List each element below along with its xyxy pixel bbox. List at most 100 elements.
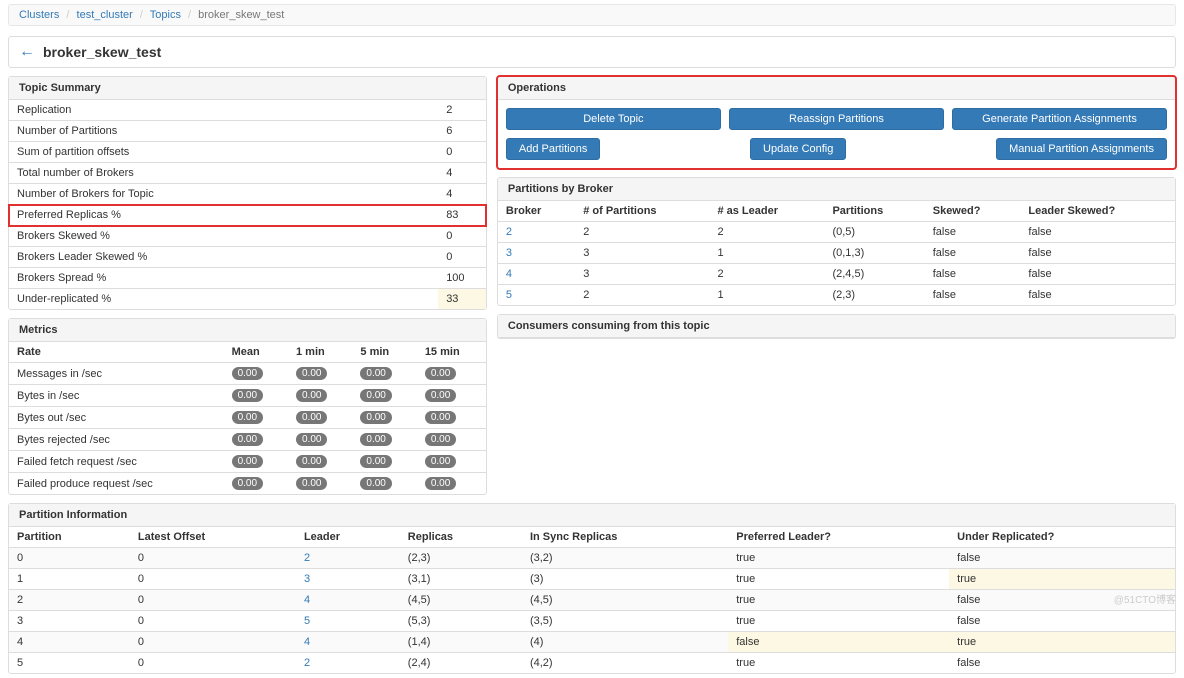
metrics-value-badge: 0.00 — [425, 433, 456, 446]
partinfo-partition: 0 — [9, 548, 130, 569]
breadcrumb-clusters[interactable]: Clusters — [19, 9, 59, 21]
summary-label: Under-replicated % — [9, 289, 438, 310]
pbb-cell-parts: (0,1,3) — [824, 243, 924, 264]
metrics-rate-label: Bytes rejected /sec — [9, 429, 224, 451]
metrics-value-badge: 0.00 — [425, 455, 456, 468]
partinfo-isr: (3,2) — [522, 548, 728, 569]
pbb-col-broker: Broker — [498, 201, 575, 222]
summary-row: Preferred Replicas %83 — [9, 205, 486, 226]
summary-row: Brokers Skewed %0 — [9, 226, 486, 247]
partinfo-replicas: (5,3) — [400, 611, 522, 632]
metrics-rate-label: Messages in /sec — [9, 363, 224, 385]
partinfo-isr: (4) — [522, 632, 728, 653]
partinfo-offset: 0 — [130, 632, 296, 653]
partinfo-replicas: (4,5) — [400, 590, 522, 611]
pbb-cell-np: 3 — [575, 264, 709, 285]
summary-label: Brokers Spread % — [9, 268, 438, 289]
partinfo-row: 404(1,4)(4)falsetrue — [9, 632, 1175, 653]
metrics-rate-label: Failed fetch request /sec — [9, 451, 224, 473]
pbb-cell-np: 2 — [575, 222, 709, 243]
generate-assignments-button[interactable]: Generate Partition Assignments — [952, 108, 1167, 130]
partinfo-replicas: (2,4) — [400, 653, 522, 674]
metrics-panel: Metrics RateMean1 min5 min15 minMessages… — [8, 318, 487, 495]
partitions-by-broker-table: Broker# of Partitions# as LeaderPartitio… — [498, 201, 1175, 305]
summary-row: Brokers Spread %100 — [9, 268, 486, 289]
partinfo-preferred: true — [728, 569, 949, 590]
metrics-value-badge: 0.00 — [232, 455, 263, 468]
summary-value: 0 — [438, 247, 486, 268]
back-arrow-icon[interactable]: ← — [19, 43, 35, 61]
pbb-col-lsk: Leader Skewed? — [1020, 201, 1175, 222]
pbb-cell-sk: false — [925, 222, 1021, 243]
metrics-table: RateMean1 min5 min15 minMessages in /sec… — [9, 342, 486, 494]
pbb-cell-parts: (2,3) — [824, 285, 924, 306]
partinfo-partition: 4 — [9, 632, 130, 653]
partinfo-isr: (4,2) — [522, 653, 728, 674]
leader-link[interactable]: 3 — [304, 573, 310, 585]
partinfo-row: 305(5,3)(3,5)truefalse — [9, 611, 1175, 632]
pbb-col-parts: Partitions — [824, 201, 924, 222]
partinfo-offset: 0 — [130, 569, 296, 590]
partinfo-partition: 1 — [9, 569, 130, 590]
pbb-cell-parts: (2,4,5) — [824, 264, 924, 285]
leader-link[interactable]: 4 — [304, 594, 310, 606]
pbb-col-sk: Skewed? — [925, 201, 1021, 222]
pbb-cell-nl: 2 — [709, 222, 824, 243]
summary-row: Brokers Leader Skewed %0 — [9, 247, 486, 268]
pbb-row: 432(2,4,5)falsefalse — [498, 264, 1175, 285]
metrics-value-badge: 0.00 — [296, 411, 327, 424]
summary-label: Replication — [9, 100, 438, 121]
summary-label: Preferred Replicas % — [9, 205, 438, 226]
summary-value: 100 — [438, 268, 486, 289]
delete-topic-button[interactable]: Delete Topic — [506, 108, 721, 130]
partinfo-row: 103(3,1)(3)truetrue — [9, 569, 1175, 590]
pbb-row: 521(2,3)falsefalse — [498, 285, 1175, 306]
metrics-value-badge: 0.00 — [360, 455, 391, 468]
summary-value: 0 — [438, 226, 486, 247]
summary-row: Number of Brokers for Topic4 — [9, 184, 486, 205]
pbb-row: 331(0,1,3)falsefalse — [498, 243, 1175, 264]
pbb-cell-lsk: false — [1020, 243, 1175, 264]
leader-link[interactable]: 4 — [304, 636, 310, 648]
broker-link[interactable]: 5 — [506, 289, 512, 301]
broker-link[interactable]: 3 — [506, 247, 512, 259]
update-config-button[interactable]: Update Config — [750, 138, 846, 160]
topic-summary-panel: Topic Summary Replication2Number of Part… — [8, 76, 487, 310]
metrics-row: Bytes in /sec0.000.000.000.00 — [9, 385, 486, 407]
partinfo-under-replicated: true — [949, 632, 1175, 653]
partinfo-isr: (3) — [522, 569, 728, 590]
partinfo-col-l: Leader — [296, 527, 400, 548]
summary-row: Total number of Brokers4 — [9, 163, 486, 184]
pbb-col-np: # of Partitions — [575, 201, 709, 222]
partinfo-preferred: true — [728, 653, 949, 674]
metrics-value-badge: 0.00 — [360, 367, 391, 380]
breadcrumb: Clusters / test_cluster / Topics / broke… — [8, 4, 1176, 26]
metrics-value-badge: 0.00 — [360, 411, 391, 424]
partinfo-under-replicated: true — [949, 569, 1175, 590]
breadcrumb-cluster[interactable]: test_cluster — [77, 9, 133, 21]
broker-link[interactable]: 4 — [506, 268, 512, 280]
breadcrumb-topics[interactable]: Topics — [150, 9, 181, 21]
reassign-partitions-button[interactable]: Reassign Partitions — [729, 108, 944, 130]
leader-link[interactable]: 5 — [304, 615, 310, 627]
manual-assignments-button[interactable]: Manual Partition Assignments — [996, 138, 1167, 160]
partinfo-offset: 0 — [130, 611, 296, 632]
add-partitions-button[interactable]: Add Partitions — [506, 138, 600, 160]
metrics-row: Failed fetch request /sec0.000.000.000.0… — [9, 451, 486, 473]
partinfo-replicas: (3,1) — [400, 569, 522, 590]
summary-label: Brokers Skewed % — [9, 226, 438, 247]
page-title-row: ← broker_skew_test — [8, 36, 1176, 68]
metrics-row: Bytes out /sec0.000.000.000.00 — [9, 407, 486, 429]
summary-label: Number of Partitions — [9, 121, 438, 142]
summary-value: 4 — [438, 163, 486, 184]
metrics-row: Bytes rejected /sec0.000.000.000.00 — [9, 429, 486, 451]
leader-link[interactable]: 2 — [304, 552, 310, 564]
leader-link[interactable]: 2 — [304, 657, 310, 669]
metrics-rate-label: Bytes out /sec — [9, 407, 224, 429]
broker-link[interactable]: 2 — [506, 226, 512, 238]
pbb-cell-np: 2 — [575, 285, 709, 306]
metrics-header: Metrics — [9, 319, 486, 342]
metrics-rate-label: Bytes in /sec — [9, 385, 224, 407]
summary-row: Number of Partitions6 — [9, 121, 486, 142]
pbb-cell-np: 3 — [575, 243, 709, 264]
